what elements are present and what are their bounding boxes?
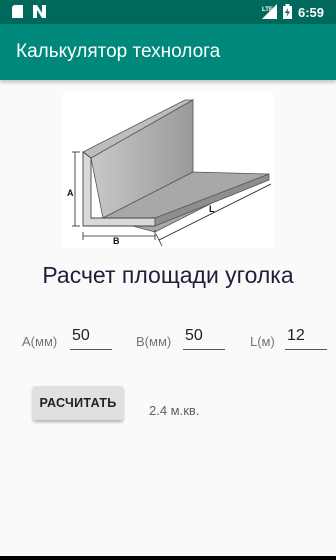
dimension-a-label: A xyxy=(67,188,74,198)
svg-text:LTE: LTE xyxy=(262,7,273,13)
clock: 6:59 xyxy=(297,5,324,20)
dimension-b-label: B xyxy=(113,236,120,246)
field-b-label: B(мм) xyxy=(136,334,172,349)
nav-bar-edge xyxy=(0,556,336,560)
field-b-input[interactable]: 50 xyxy=(183,327,225,350)
field-l-input[interactable]: 12 xyxy=(285,327,327,350)
app-bar: Калькулятор технолога xyxy=(0,24,336,80)
battery-icon xyxy=(282,3,292,22)
field-a-label: A(мм) xyxy=(22,334,58,349)
app-title: Калькулятор технолога xyxy=(16,41,221,62)
dimension-l-label: L xyxy=(209,204,215,214)
calculate-button[interactable]: РАСЧИТАТЬ xyxy=(33,386,123,420)
n-logo-icon xyxy=(33,5,46,23)
field-a-input[interactable]: 50 xyxy=(70,327,112,350)
lte-signal-icon: LTE xyxy=(261,3,277,22)
sd-card-icon xyxy=(12,5,23,23)
result-text: 2.4 м.кв. xyxy=(149,403,200,418)
status-bar: LTE 6:59 xyxy=(0,0,336,24)
page-heading: Расчет площади уголка xyxy=(42,262,294,288)
angle-profile-illustration: A B L xyxy=(63,92,273,248)
field-l-label: L(м) xyxy=(250,334,275,349)
